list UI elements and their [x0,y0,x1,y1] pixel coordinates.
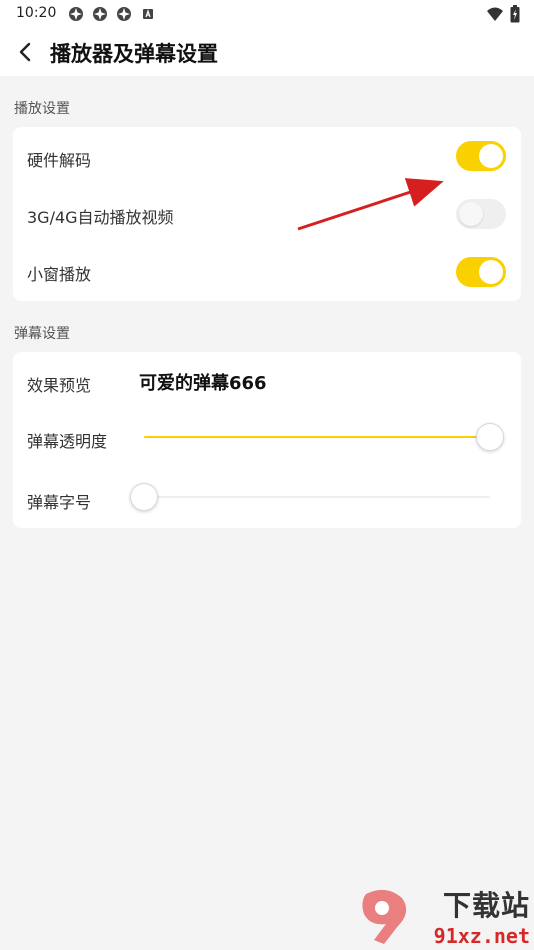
site-watermark: 下载站 91xz.net [354,886,534,950]
danmaku-preview-text: 可爱的弹幕666 [139,373,267,394]
watermark-text-top: 下载站 [442,889,530,922]
mini-window-toggle[interactable] [456,257,506,287]
toggle-knob [459,202,483,226]
settings-screen: 10:20 播放器及弹幕设置 播放设置 硬件解码 3G/4G自动播放视频 小窗播… [0,0,534,950]
top-app-bar: 播放器及弹幕设置 [0,28,534,76]
section-label-danmaku: 弹幕设置 [14,326,70,342]
app-icon [117,7,131,21]
hardware-decode-label: 硬件解码 [27,151,92,170]
opacity-label: 弹幕透明度 [27,432,108,451]
watermark-logo-icon [362,889,407,944]
font-size-slider-track[interactable] [144,496,490,498]
watermark-text-bottom: 91xz.net [433,924,530,948]
wifi-icon [487,7,503,21]
font-size-slider-thumb[interactable] [130,483,158,511]
toggle-knob [479,144,503,168]
status-system-icons [486,5,520,23]
toggle-knob [479,260,503,284]
opacity-slider-thumb[interactable] [476,423,504,451]
battery-icon [510,5,520,23]
hardware-decode-toggle[interactable] [456,141,506,171]
app-icon [69,7,83,21]
opacity-slider-track[interactable] [144,436,490,438]
danmaku-settings-card: 效果预览 可爱的弹幕666 弹幕透明度 弹幕字号 [13,352,521,528]
section-label-playback: 播放设置 [14,101,70,117]
status-notification-icons [68,6,156,22]
status-bar: 10:20 [0,0,534,28]
page-title: 播放器及弹幕设置 [50,42,218,66]
font-size-label: 弹幕字号 [27,493,92,512]
chevron-left-icon[interactable] [14,38,38,66]
a-badge-icon [143,9,153,19]
playback-settings-card: 硬件解码 3G/4G自动播放视频 小窗播放 [13,127,521,301]
mobile-autoplay-label: 3G/4G自动播放视频 [27,208,174,227]
preview-label: 效果预览 [27,376,92,395]
status-time: 10:20 [16,5,57,21]
mini-window-label: 小窗播放 [27,265,92,284]
mobile-autoplay-toggle[interactable] [456,199,506,229]
app-icon [93,7,107,21]
